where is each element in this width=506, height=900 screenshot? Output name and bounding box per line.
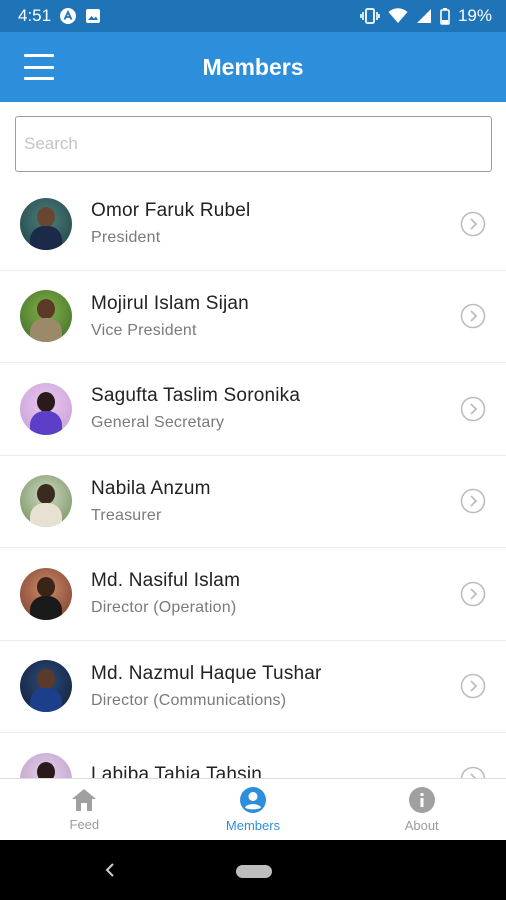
home-icon — [72, 789, 97, 811]
chevron-right-icon[interactable] — [460, 211, 486, 237]
list-item[interactable]: Md. Nazmul Haque Tushar Director (Commun… — [0, 641, 506, 733]
chevron-right-icon[interactable] — [460, 673, 486, 699]
member-name: Md. Nasiful Islam — [91, 570, 241, 592]
signal-icon — [416, 8, 432, 24]
list-item[interactable]: Md. Nasiful Islam Director (Operation) — [0, 548, 506, 641]
battery-percent: 19% — [457, 6, 492, 25]
member-name: Labiba Tahia Tahsin — [91, 764, 263, 778]
avatar — [20, 475, 72, 528]
system-navigation-bar — [0, 840, 506, 900]
avatar — [20, 660, 72, 713]
member-role: Treasurer — [91, 506, 162, 524]
page-title: Members — [202, 53, 304, 80]
app-notification-icon — [59, 7, 77, 25]
member-name: Sagufta Taslim Soronika — [91, 385, 301, 407]
avatar — [20, 197, 72, 250]
bottom-navigation: Feed Members About — [0, 778, 506, 840]
chevron-right-icon[interactable] — [460, 488, 486, 514]
app-bar: Members — [0, 32, 506, 102]
image-notification-icon — [85, 8, 101, 24]
member-name: Md. Nazmul Haque Tushar — [91, 662, 322, 684]
member-list[interactable]: Omor Faruk Rubel President Mojirul Islam… — [0, 178, 506, 778]
search-section — [0, 102, 506, 178]
list-item[interactable]: Mojirul Islam Sijan Vice President — [0, 271, 506, 363]
chevron-right-icon[interactable] — [460, 581, 486, 607]
list-item[interactable]: Omor Faruk Rubel President — [0, 178, 506, 271]
member-role: President — [91, 229, 161, 247]
avatar — [20, 290, 72, 343]
list-item[interactable]: Nabila Anzum Treasurer — [0, 456, 506, 548]
member-role: Director (Operation) — [91, 599, 237, 617]
nav-item-about[interactable]: About — [337, 779, 506, 840]
account-circle-icon — [240, 787, 266, 813]
battery-icon — [440, 7, 450, 25]
avatar — [20, 567, 72, 620]
avatar — [20, 382, 72, 435]
nav-item-members[interactable]: Members — [169, 779, 338, 840]
nav-label-about: About — [404, 818, 439, 833]
nav-item-feed[interactable]: Feed — [0, 779, 169, 840]
member-name: Nabila Anzum — [91, 477, 211, 499]
member-role: Vice President — [91, 321, 197, 339]
avatar — [20, 752, 72, 778]
member-name: Omor Faruk Rubel — [91, 200, 251, 222]
info-icon — [408, 787, 435, 813]
chevron-right-icon[interactable] — [460, 766, 486, 778]
list-item[interactable]: Sagufta Taslim Soronika General Secretar… — [0, 363, 506, 456]
search-input[interactable] — [15, 116, 492, 172]
member-name: Mojirul Islam Sijan — [91, 292, 249, 314]
vibrate-icon — [360, 8, 380, 24]
home-pill[interactable] — [236, 865, 272, 878]
member-role: Director (Communications) — [91, 691, 287, 709]
hamburger-menu-icon[interactable] — [24, 54, 54, 80]
chevron-right-icon[interactable] — [460, 303, 486, 329]
status-time: 4:51 — [18, 6, 52, 25]
nav-label-feed: Feed — [69, 817, 100, 832]
list-item[interactable]: Labiba Tahia Tahsin — [0, 733, 506, 778]
status-bar: 4:51 19% — [0, 0, 506, 32]
member-role: General Secretary — [91, 414, 225, 432]
nav-label-members: Members — [225, 818, 281, 833]
chevron-right-icon[interactable] — [460, 396, 486, 422]
wifi-icon — [388, 8, 408, 24]
back-icon[interactable] — [100, 860, 120, 880]
